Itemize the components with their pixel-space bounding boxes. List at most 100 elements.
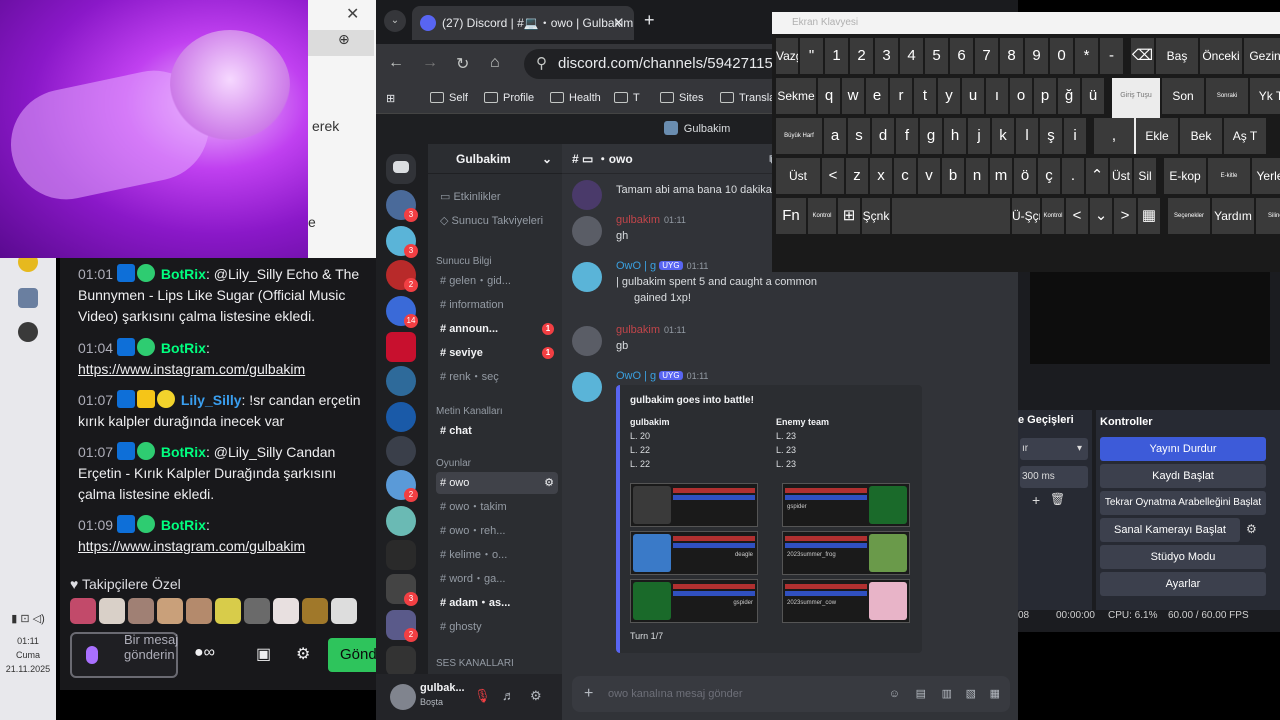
trash-icon[interactable]: 🗑 (1050, 492, 1065, 506)
emote-icon[interactable] (99, 598, 125, 624)
add-attachment-icon[interactable]: + (584, 676, 593, 712)
key[interactable]: Yk T (1250, 78, 1280, 114)
key[interactable]: Sekme (776, 78, 816, 114)
chat-username[interactable]: BotRix (161, 340, 206, 356)
key[interactable]: , (1094, 118, 1134, 154)
forward-icon[interactable]: → (422, 54, 438, 72)
tab-search-icon[interactable]: ⌄ (384, 10, 406, 32)
emote-icon[interactable] (186, 598, 212, 624)
tab-discord[interactable]: (27) Discord | #💻・owo | Gulbakim ✕ (412, 6, 634, 40)
key[interactable]: l (1016, 118, 1038, 154)
chat-username[interactable]: Lily_Silly (181, 392, 242, 408)
key[interactable] (892, 198, 1010, 234)
key[interactable]: Silinen (1256, 198, 1280, 234)
server-name-header[interactable]: Gulbakim ⌄ (428, 144, 562, 174)
bookmark-self[interactable]: Self (430, 92, 468, 104)
gear-icon[interactable]: ⚙ (544, 472, 554, 494)
key[interactable]: < (1066, 198, 1088, 234)
key[interactable]: ğ (1058, 78, 1080, 114)
headphones-icon[interactable]: ♬ (502, 688, 515, 703)
server-folder-icon[interactable] (386, 646, 416, 676)
channel-hangman[interactable]: # adam・as... (436, 592, 558, 614)
avatar[interactable] (572, 216, 602, 246)
message-author[interactable]: gulbakim 01:11 (616, 324, 686, 336)
back-icon[interactable]: ← (388, 54, 404, 72)
virtual-camera-button[interactable]: Sanal Kamerayı Başlat (1100, 518, 1240, 542)
server-icon[interactable] (386, 402, 416, 432)
key[interactable]: 5 (925, 38, 948, 74)
category-voice[interactable]: SES KANALLARI (436, 658, 514, 669)
key[interactable]: v (918, 158, 940, 194)
key[interactable]: Baş (1156, 38, 1198, 74)
key[interactable]: Ekle (1136, 118, 1178, 154)
channel-colors[interactable]: # renk・seç (436, 366, 558, 388)
avatar[interactable] (572, 372, 602, 402)
key[interactable]: 2 (850, 38, 873, 74)
store-icon[interactable]: ▣ (256, 644, 271, 664)
key[interactable]: b (942, 158, 964, 194)
key[interactable]: Üst (1110, 158, 1132, 194)
key[interactable]: y (938, 78, 960, 114)
key[interactable]: Fn (776, 198, 806, 234)
category-info[interactable]: Sunucu Bilgi (436, 256, 492, 267)
key[interactable]: Vazgeç (776, 38, 798, 74)
key[interactable]: p (1034, 78, 1056, 114)
chat-input[interactable]: Bir mesaj gönderin (70, 632, 178, 678)
key[interactable]: ⌫ (1131, 38, 1154, 74)
new-tab-icon[interactable]: + (644, 10, 655, 31)
key[interactable]: ü (1082, 78, 1104, 114)
bookmark-profile[interactable]: Profile (484, 92, 534, 104)
channel-level[interactable]: # seviye 1 (436, 342, 558, 364)
message-input[interactable]: + owo kanalına mesaj gönder ☺ ▤ ▥ ▧ ▦ (572, 676, 1010, 712)
key[interactable]: w (842, 78, 864, 114)
chat-username[interactable]: BotRix (161, 444, 206, 460)
server-folder-icon[interactable]: 2 (386, 610, 418, 642)
message-author[interactable]: OwO | g UYG 01:11 (616, 370, 708, 382)
discord-home-icon[interactable] (386, 154, 416, 184)
key[interactable]: Önceki (1200, 38, 1242, 74)
server-folder-icon[interactable] (386, 540, 416, 570)
avatar[interactable] (572, 262, 602, 292)
key[interactable]: * (1075, 38, 1098, 74)
key[interactable]: d (872, 118, 894, 154)
key[interactable]: 9 (1025, 38, 1048, 74)
key[interactable]: 1 (825, 38, 848, 74)
emote-icon[interactable] (70, 598, 96, 624)
server-icon[interactable] (386, 506, 416, 536)
key[interactable]: ⊞ (838, 198, 860, 234)
sticker-icon[interactable]: ▥ (942, 676, 952, 712)
key[interactable]: Seçenekler (1168, 198, 1210, 234)
key[interactable]: - (1100, 38, 1123, 74)
key[interactable]: j (968, 118, 990, 154)
key[interactable]: > (1114, 198, 1136, 234)
chat-username[interactable]: BotRix (161, 517, 206, 533)
channel-owo-guide[interactable]: # owo・reh... (436, 520, 558, 542)
key[interactable]: z (846, 158, 868, 194)
studio-mode-button[interactable]: Stüdyo Modu (1100, 545, 1266, 569)
key[interactable]: Sonraki (1206, 78, 1248, 114)
server-folder-icon[interactable]: 3 (386, 574, 418, 606)
key[interactable]: r (890, 78, 912, 114)
microphone-icon[interactable] (86, 646, 98, 664)
reload-icon[interactable]: ↻ (456, 54, 469, 74)
key[interactable]: q (818, 78, 840, 114)
gif-icon[interactable]: ▤ (916, 676, 926, 712)
key[interactable]: ⌄ (1090, 198, 1112, 234)
emote-icon[interactable] (157, 598, 183, 624)
key[interactable]: f (896, 118, 918, 154)
server-icon[interactable]: 3 (386, 190, 418, 222)
key[interactable]: k (992, 118, 1014, 154)
chat-link[interactable]: https://www.instagram.com/gulbakim (78, 361, 305, 377)
emote-icon[interactable] (302, 598, 328, 624)
gift-icon[interactable]: ▦ (990, 676, 1000, 712)
message-author[interactable]: OwO | g UYG 01:11 (616, 260, 708, 272)
uk-flag-server-icon[interactable] (386, 332, 416, 362)
key[interactable]: 3 (875, 38, 898, 74)
key[interactable]: a (824, 118, 846, 154)
server-icon[interactable]: 3 (386, 226, 418, 258)
key[interactable]: E-kitle (1208, 158, 1250, 194)
emote-icon[interactable] (331, 598, 357, 624)
avatar[interactable] (572, 326, 602, 356)
emote-icon[interactable] (273, 598, 299, 624)
key[interactable]: Yardım (1212, 198, 1254, 234)
